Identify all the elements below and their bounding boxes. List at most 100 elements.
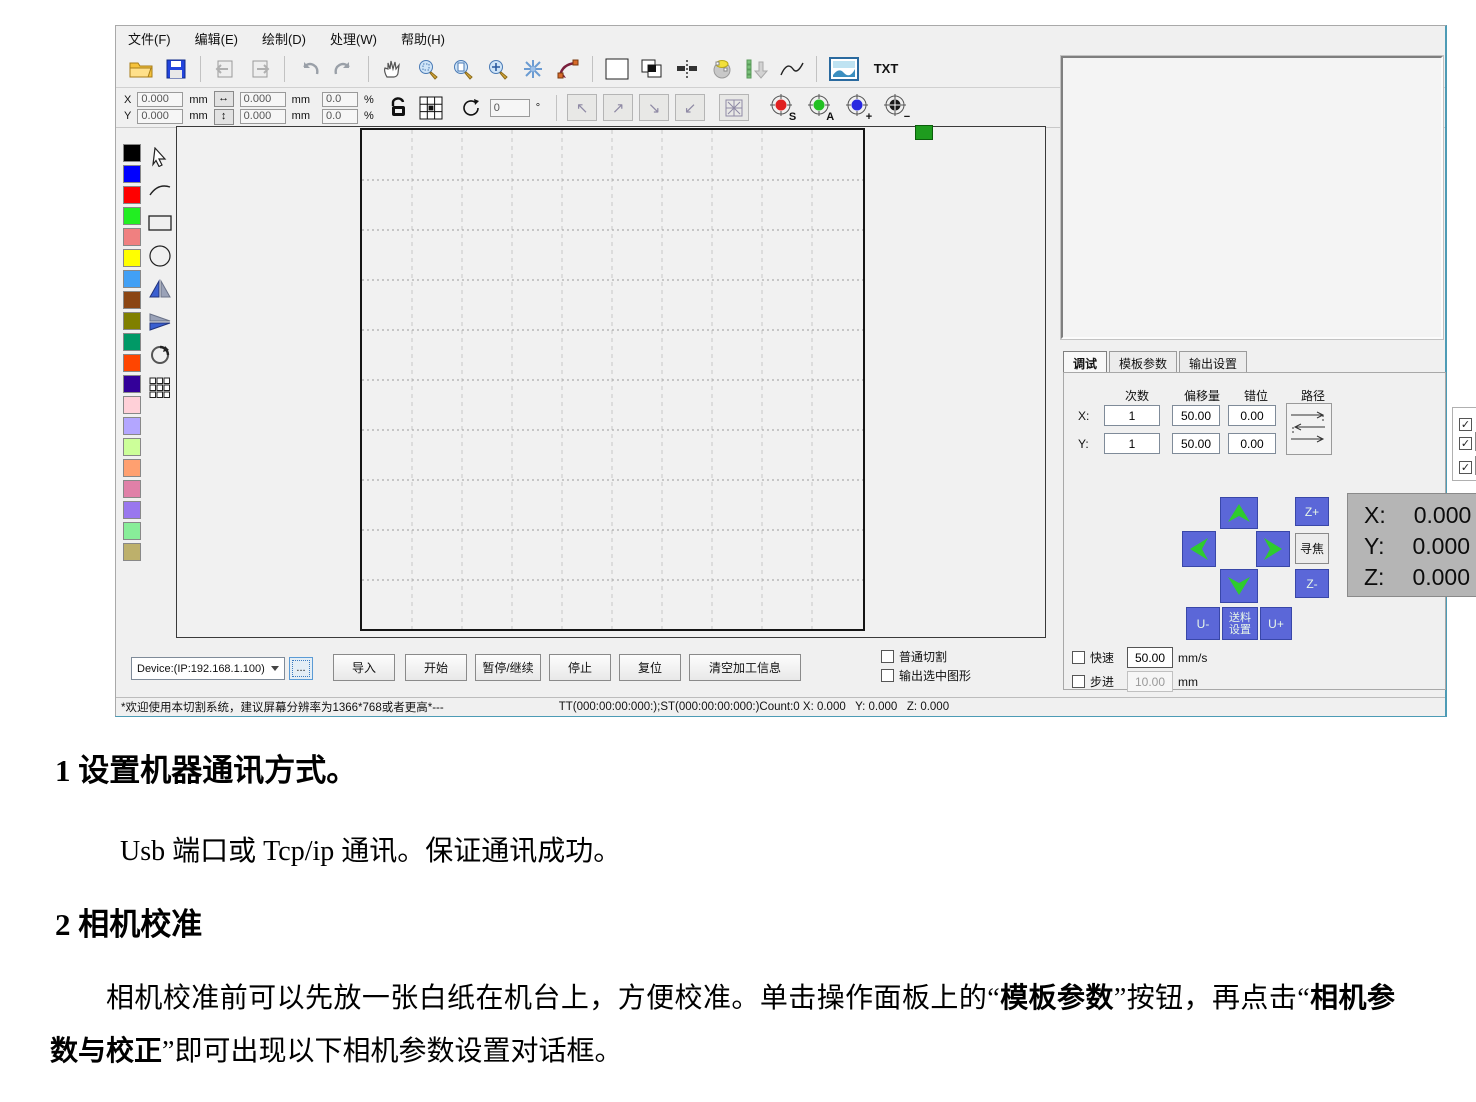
reset-button[interactable]: 复位 — [619, 654, 681, 681]
open-button[interactable] — [126, 55, 156, 83]
stop-button[interactable]: 停止 — [549, 654, 611, 681]
import-image-button[interactable] — [826, 55, 862, 83]
select-tool-button[interactable] — [147, 144, 173, 170]
fast-speed-field[interactable] — [1127, 647, 1173, 668]
lock-ratio-button[interactable] — [386, 95, 412, 121]
clear-job-info-button[interactable]: 清空加工信息 — [689, 654, 801, 681]
color-swatch[interactable] — [123, 165, 141, 183]
node-edit-button[interactable] — [553, 55, 583, 83]
u-plus-button[interactable]: U+ — [1260, 607, 1292, 640]
valid-area-checkbox[interactable]: ✓ — [1459, 418, 1472, 431]
zoom-select-button[interactable] — [413, 55, 443, 83]
move-center-button[interactable] — [719, 94, 749, 121]
origin-marker[interactable] — [915, 125, 933, 140]
tab-debug[interactable]: 调试 — [1063, 351, 1107, 372]
curve-button[interactable] — [777, 55, 807, 83]
mirror-horizontal-button[interactable] — [147, 276, 173, 302]
start-button[interactable]: 开始 — [405, 654, 467, 681]
import-job-button[interactable]: 导入 — [333, 654, 395, 681]
color-swatch[interactable] — [123, 438, 141, 456]
drawing-canvas[interactable] — [176, 126, 1046, 638]
color-swatch[interactable] — [123, 417, 141, 435]
y-offset-field[interactable] — [1172, 433, 1220, 454]
export-button[interactable] — [245, 55, 275, 83]
jog-down-button[interactable] — [1220, 569, 1258, 603]
rectangle-tool-button[interactable] — [147, 210, 173, 236]
pos-y-field[interactable] — [137, 109, 183, 124]
menu-draw[interactable]: 绘制(D) — [262, 29, 306, 48]
device-select[interactable]: Device:(IP:192.168.1.100) — [131, 657, 285, 680]
menu-help[interactable]: 帮助(H) — [401, 29, 445, 48]
line-tool-button[interactable] — [147, 177, 173, 203]
color-swatch[interactable] — [123, 186, 141, 204]
output-order-button[interactable] — [742, 55, 772, 83]
mark-start-checkbox[interactable]: ✓ — [1459, 437, 1472, 450]
color-swatch[interactable] — [123, 501, 141, 519]
menu-process[interactable]: 处理(W) — [330, 29, 377, 48]
zoom-in-out-button[interactable] — [483, 55, 513, 83]
show-path-button[interactable] — [518, 55, 548, 83]
color-swatch[interactable] — [123, 249, 141, 267]
rotate-angle-field[interactable] — [490, 99, 530, 117]
feed-settings-button[interactable]: 送料设置 — [1222, 607, 1258, 640]
add-origin-button[interactable]: + — [841, 94, 873, 122]
group-button[interactable] — [637, 55, 667, 83]
pause-continue-button[interactable]: 暂停/继续 — [475, 654, 541, 681]
width-resize-button[interactable]: ↔ — [214, 91, 234, 107]
move-top-left-button[interactable]: ↖ — [567, 94, 597, 121]
y-stagger-field[interactable] — [1228, 433, 1276, 454]
tab-template-params[interactable]: 模板参数 — [1109, 351, 1177, 372]
pos-x-field[interactable] — [137, 92, 183, 107]
height-field[interactable] — [240, 109, 286, 124]
color-swatch[interactable] — [123, 291, 141, 309]
step-field[interactable] — [1127, 671, 1173, 692]
scale-x-field[interactable] — [322, 92, 358, 107]
color-swatch[interactable] — [123, 228, 141, 246]
rotate-shape-button[interactable] — [147, 342, 173, 368]
simulate-frame-button[interactable] — [602, 55, 632, 83]
x-stagger-field[interactable] — [1228, 405, 1276, 426]
ellipse-tool-button[interactable] — [147, 243, 173, 269]
align-button[interactable] — [672, 55, 702, 83]
import-button[interactable] — [210, 55, 240, 83]
jog-right-button[interactable] — [1256, 531, 1290, 567]
zoom-page-button[interactable] — [448, 55, 478, 83]
anchor-point-button[interactable] — [418, 95, 444, 121]
jog-up-button[interactable] — [1220, 497, 1258, 529]
normal-cut-checkbox[interactable] — [881, 650, 894, 663]
focus-button[interactable]: 寻焦 — [1295, 533, 1329, 564]
color-swatch[interactable] — [123, 354, 141, 372]
jog-left-button[interactable] — [1182, 531, 1216, 567]
x-count-field[interactable] — [1104, 405, 1160, 426]
color-swatch[interactable] — [123, 522, 141, 540]
move-bottom-left-button[interactable]: ↙ — [675, 94, 705, 121]
redo-button[interactable] — [329, 55, 359, 83]
laser-origin-button[interactable]: S — [765, 94, 797, 122]
color-swatch[interactable] — [123, 144, 141, 162]
anchor-origin-button[interactable]: A — [803, 94, 835, 122]
light-button[interactable] — [707, 55, 737, 83]
menu-file[interactable]: 文件(F) — [128, 29, 171, 48]
color-swatch[interactable] — [123, 459, 141, 477]
color-swatch[interactable] — [123, 375, 141, 393]
x-offset-field[interactable] — [1172, 405, 1220, 426]
color-swatch[interactable] — [123, 270, 141, 288]
color-swatch[interactable] — [123, 207, 141, 225]
text-tool-button[interactable]: TXT — [867, 55, 905, 83]
move-top-right-button[interactable]: ↗ — [603, 94, 633, 121]
output-selected-checkbox[interactable] — [881, 669, 894, 682]
step-checkbox[interactable] — [1072, 675, 1085, 688]
menu-edit[interactable]: 编辑(E) — [195, 29, 238, 48]
z-minus-button[interactable]: Z- — [1295, 569, 1329, 598]
device-browse-button[interactable]: ... — [289, 657, 313, 680]
color-swatch[interactable] — [123, 396, 141, 414]
tab-output-settings[interactable]: 输出设置 — [1179, 351, 1247, 372]
color-swatch[interactable] — [123, 312, 141, 330]
array-copy-button[interactable] — [147, 375, 173, 401]
color-swatch[interactable] — [123, 480, 141, 498]
height-resize-button[interactable]: ↕ — [214, 109, 234, 125]
back-mark-checkbox[interactable]: ✓ — [1459, 461, 1472, 474]
mirror-vertical-button[interactable] — [147, 309, 173, 335]
fast-speed-checkbox[interactable] — [1072, 651, 1085, 664]
color-swatch[interactable] — [123, 543, 141, 561]
